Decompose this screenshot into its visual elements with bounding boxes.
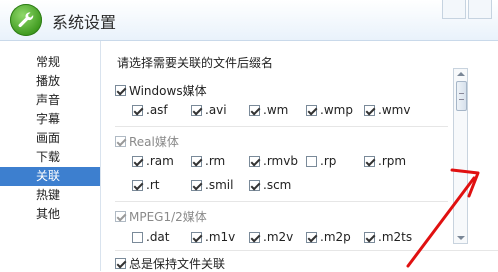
sidebar-item-other[interactable]: 其他 [0,205,100,224]
sidebar-item-general[interactable]: 常规 [0,53,100,72]
checkbox-icon [132,104,143,116]
checkbox-icon [249,104,260,116]
option-rmvb[interactable]: .rmvb [249,154,298,168]
option-wm[interactable]: .wm [249,103,288,117]
title-bar: 系统设置 [0,0,498,41]
checkbox-icon [115,258,126,269]
checkbox-icon [306,104,317,116]
wrench-icon [10,4,42,36]
sidebar-item-subtitles[interactable]: 字幕 [0,110,100,129]
option-smil[interactable]: .smil [191,178,233,192]
checkbox-icon [306,231,317,243]
option-rp[interactable]: .rp [306,154,336,168]
keep-association-checkbox[interactable]: 总是保持文件关联 [115,255,225,272]
minimize-button[interactable] [442,0,466,19]
section-divider [115,250,498,251]
option-m1v[interactable]: .m1v [191,230,235,244]
checkbox-icon [364,231,375,243]
group-divider [115,201,448,202]
group-real-media-checkbox[interactable]: Real媒体 [115,133,179,150]
sidebar-item-display[interactable]: 画面 [0,129,100,148]
checkbox-icon [191,155,202,167]
option-scm[interactable]: .scm [249,178,291,192]
sidebar-item-association[interactable]: 关联 [0,167,100,186]
checkbox-icon [191,104,202,116]
option-rm[interactable]: .rm [191,154,225,168]
checkbox-icon [364,104,375,116]
checkbox-icon [249,155,260,167]
checkbox-icon [115,136,126,147]
checkbox-icon [249,231,260,243]
option-rpm[interactable]: .rpm [364,154,406,168]
group-mpeg-media-checkbox[interactable]: MPEG1/2媒体 [115,208,207,225]
option-ram[interactable]: .ram [132,154,174,168]
checkbox-icon [249,179,260,191]
scroll-thumb[interactable] [456,81,467,111]
panel-heading: 请选择需要关联的文件后缀名 [117,56,274,70]
association-panel: 请选择需要关联的文件后缀名 Windows媒体 .asf .avi .wm .w… [101,41,498,271]
group-divider [115,126,448,127]
option-wmv[interactable]: .wmv [364,103,410,117]
option-rt[interactable]: .rt [132,178,159,192]
scroll-up-icon[interactable] [457,72,465,76]
sidebar-item-playback[interactable]: 播放 [0,72,100,91]
checkbox-icon [132,231,143,243]
option-m2p[interactable]: .m2p [306,230,351,244]
checkbox-icon [132,179,143,191]
options-scrollbar[interactable] [453,68,468,244]
window-title: 系统设置 [52,13,117,32]
group-windows-media-checkbox[interactable]: Windows媒体 [115,82,207,99]
sidebar-item-hotkeys[interactable]: 热键 [0,186,100,205]
close-button[interactable] [468,0,492,19]
checkbox-icon [306,155,317,167]
option-dat[interactable]: .dat [132,230,170,244]
checkbox-icon [132,155,143,167]
checkbox-icon [115,211,126,222]
option-asf[interactable]: .asf [132,103,168,117]
sidebar-item-download[interactable]: 下载 [0,148,100,167]
option-wmp[interactable]: .wmp [306,103,353,117]
settings-sidebar: 常规 播放 声音 字幕 画面 下载 关联 热键 其他 [0,41,101,271]
checkbox-icon [364,155,375,167]
checkbox-icon [115,85,126,96]
checkbox-icon [191,179,202,191]
option-avi[interactable]: .avi [191,103,227,117]
scroll-down-icon[interactable] [457,236,465,240]
window-controls [442,0,492,19]
checkbox-icon [191,231,202,243]
option-m2ts[interactable]: .m2ts [364,230,412,244]
sidebar-item-sound[interactable]: 声音 [0,91,100,110]
option-m2v[interactable]: .m2v [249,230,293,244]
